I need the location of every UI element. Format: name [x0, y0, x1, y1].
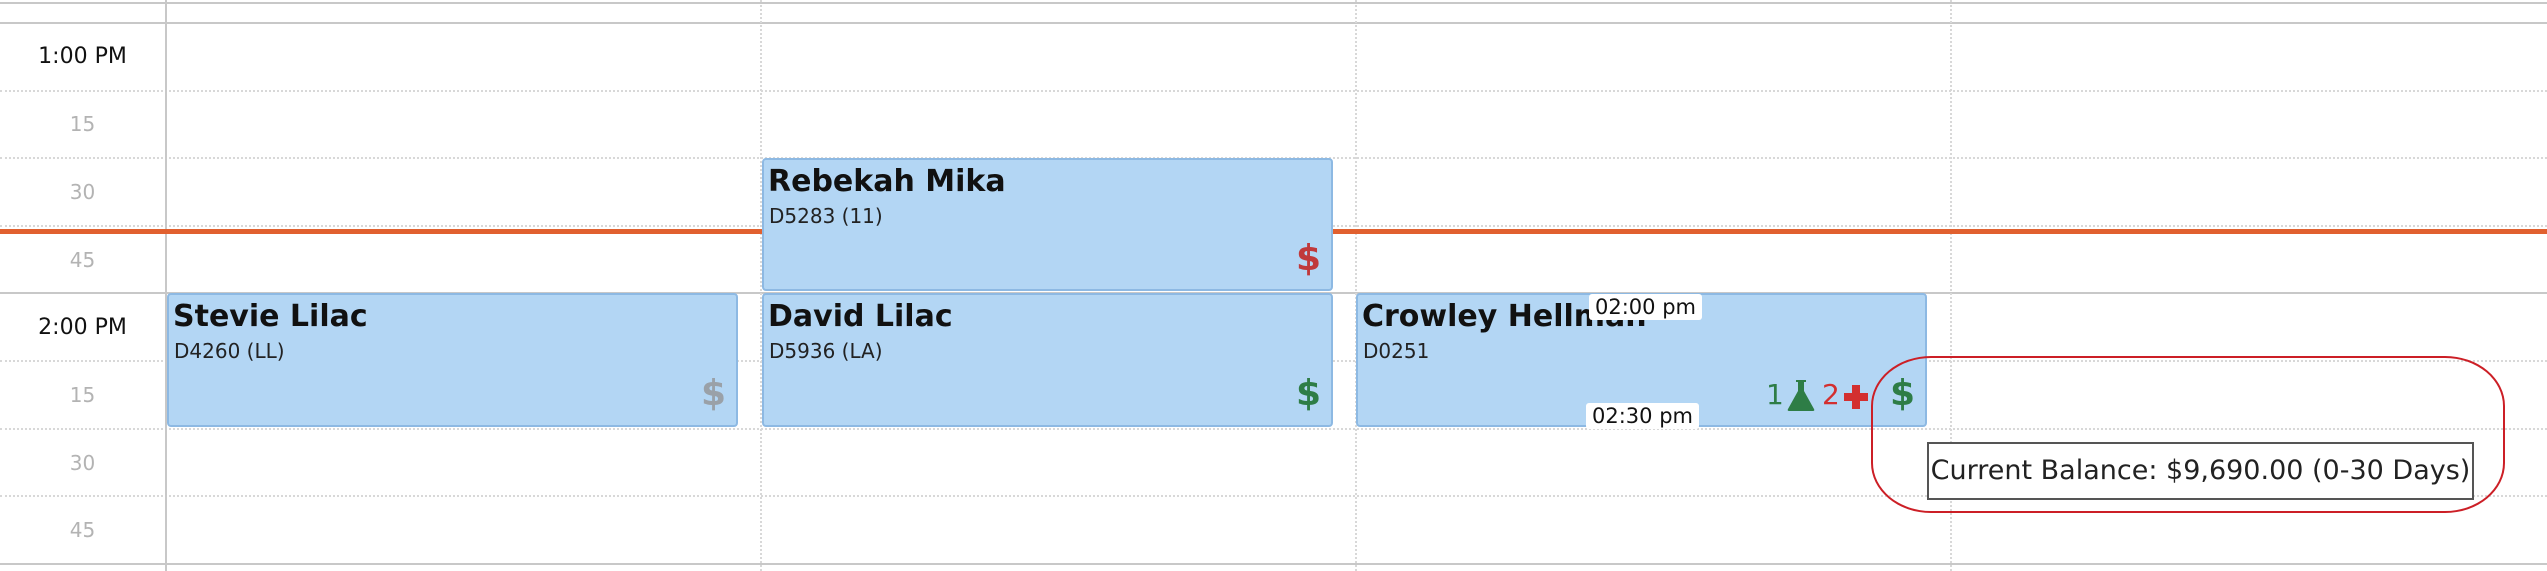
time-label-1-45: 45 [69, 248, 96, 272]
patient-name: David Lilac [768, 299, 953, 334]
time-label-1pm: 1:00 PM [38, 44, 127, 69]
gutter-divider [165, 0, 167, 571]
lab-count: 1 [1766, 378, 1784, 411]
dollar-icon[interactable]: $ [1296, 373, 1321, 414]
time-label-1-15: 15 [69, 112, 96, 136]
patient-name: Stevie Lilac [173, 299, 368, 334]
appointment-end-time: 02:30 pm [1586, 403, 1699, 429]
dollar-icon[interactable]: $ [1296, 238, 1321, 279]
patient-code: D5283 (11) [769, 204, 883, 228]
medical-cross-icon[interactable] [1843, 384, 1869, 410]
grid-line [0, 22, 2547, 24]
appointment-card[interactable]: Rebekah Mika D5283 (11) $ [762, 158, 1333, 291]
time-label-2-15: 15 [69, 383, 96, 407]
patient-name: Rebekah Mika [768, 164, 1006, 199]
medical-count: 2 [1822, 378, 1840, 411]
time-label-1-30: 30 [69, 180, 96, 204]
column-divider [1355, 0, 1357, 571]
appointment-card[interactable]: David Lilac D5936 (LA) $ [762, 293, 1333, 427]
appointment-start-time: 02:00 pm [1589, 294, 1702, 320]
time-label-2-45: 45 [69, 518, 96, 542]
appointment-card[interactable]: Stevie Lilac D4260 (LL) $ [167, 293, 738, 427]
balance-tooltip: Current Balance: $9,690.00 (0-30 Days) [1927, 442, 2474, 500]
patient-code: D5936 (LA) [769, 339, 883, 363]
patient-code: D4260 (LL) [174, 339, 285, 363]
time-label-2pm: 2:00 PM [38, 315, 127, 340]
grid-line [0, 90, 2547, 92]
dollar-icon[interactable]: $ [701, 373, 726, 414]
grid-line [0, 563, 2547, 565]
grid-line [0, 2, 2547, 4]
time-label-2-30: 30 [69, 451, 96, 475]
flask-icon[interactable] [1786, 378, 1816, 412]
patient-code: D0251 [1363, 339, 1430, 363]
